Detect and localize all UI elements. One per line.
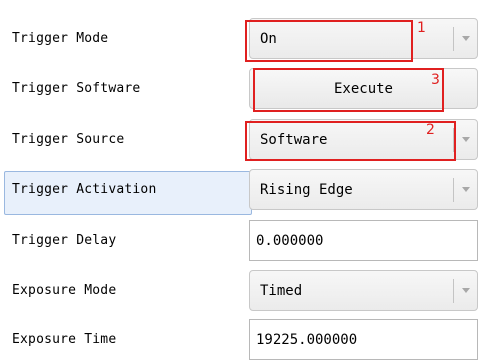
- chevron-down-icon[interactable]: [462, 36, 470, 41]
- trigger-activation-label: Trigger Activation: [12, 182, 157, 197]
- property-row-exposure-mode: Exposure Mode Timed: [0, 269, 483, 315]
- dropdown-separator: [453, 128, 454, 152]
- property-row-trigger-software: Trigger Software Execute: [0, 67, 483, 113]
- exposure-time-label: Exposure Time: [12, 332, 117, 347]
- trigger-activation-value: Rising Edge: [260, 182, 353, 198]
- property-row-trigger-mode: Trigger Mode On: [0, 17, 483, 63]
- property-row-trigger-activation[interactable]: Trigger Activation Rising Edge: [0, 168, 483, 215]
- dropdown-separator: [453, 27, 454, 51]
- exposure-mode-label: Exposure Mode: [12, 283, 117, 298]
- dropdown-separator: [453, 279, 454, 303]
- trigger-delay-label: Trigger Delay: [12, 233, 117, 248]
- trigger-mode-select[interactable]: On: [249, 18, 478, 59]
- annotation-marker-1: 1: [417, 20, 426, 36]
- chevron-down-icon[interactable]: [462, 187, 470, 192]
- exposure-mode-value: Timed: [260, 283, 303, 299]
- trigger-activation-select[interactable]: Rising Edge: [249, 169, 478, 210]
- exposure-time-field[interactable]: [249, 319, 478, 360]
- execute-button[interactable]: Execute: [249, 68, 478, 109]
- chevron-down-icon[interactable]: [462, 137, 470, 142]
- trigger-mode-value: On: [260, 31, 277, 47]
- trigger-software-label: Trigger Software: [12, 81, 141, 96]
- property-row-trigger-source: Trigger Source Software: [0, 118, 483, 164]
- exposure-mode-select[interactable]: Timed: [249, 270, 478, 311]
- property-row-trigger-delay: Trigger Delay: [0, 219, 483, 265]
- annotation-marker-3: 3: [431, 72, 440, 88]
- chevron-down-icon[interactable]: [462, 288, 470, 293]
- annotation-marker-2: 2: [426, 122, 435, 138]
- trigger-source-value: Software: [260, 132, 328, 148]
- trigger-delay-field[interactable]: [249, 220, 478, 261]
- trigger-source-label: Trigger Source: [12, 132, 125, 147]
- property-row-exposure-time: Exposure Time: [0, 318, 483, 364]
- trigger-mode-label: Trigger Mode: [12, 31, 109, 46]
- dropdown-separator: [453, 178, 454, 202]
- trigger-source-select[interactable]: Software: [249, 119, 478, 160]
